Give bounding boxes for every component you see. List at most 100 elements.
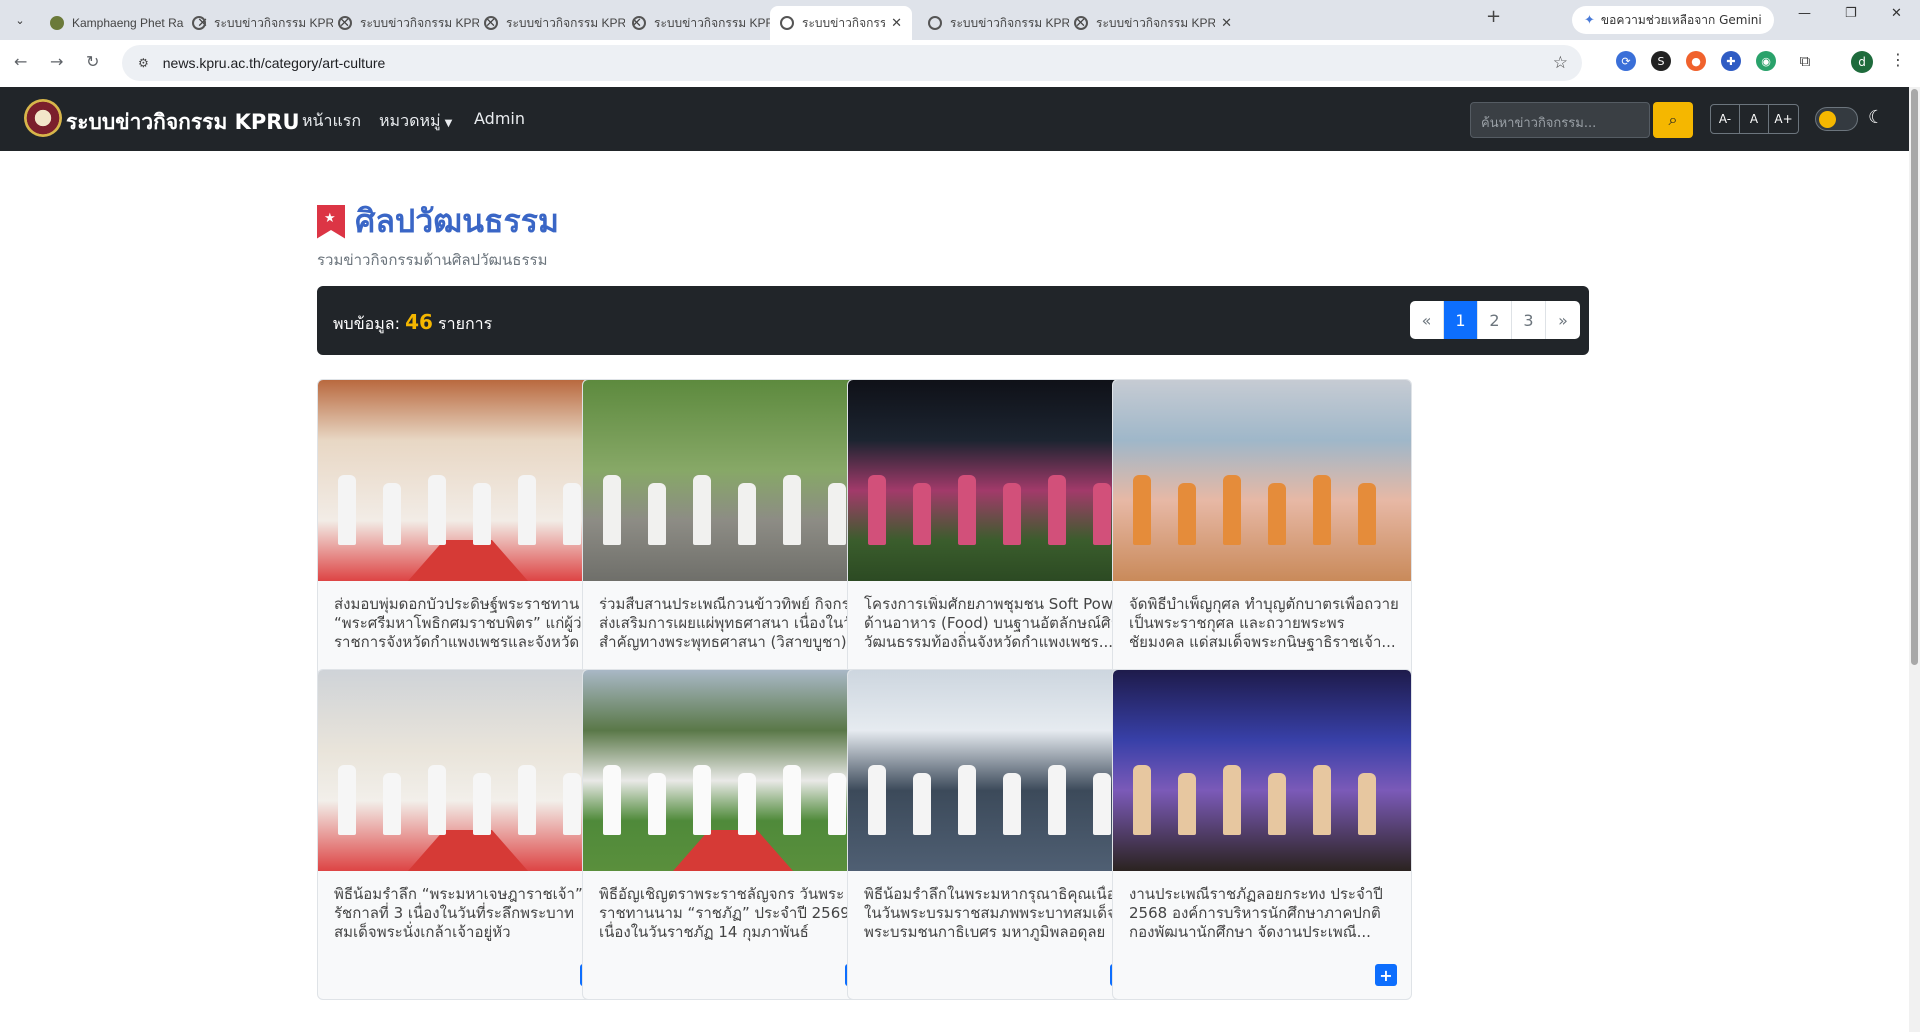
- news-card-title[interactable]: โครงการเพิ่มศักยภาพชุมชน Soft Power ด้าน…: [864, 595, 1134, 652]
- tab-title: ระบบข่าวกิจกรรม KPRU: [506, 15, 626, 30]
- new-tab-plus-icon[interactable]: +: [1486, 6, 1501, 27]
- results-bar: พบข้อมูล: 46 รายการ «1 2 3»: [317, 286, 1589, 355]
- kpru-logo[interactable]: [24, 99, 62, 137]
- nav-home[interactable]: หน้าแรก: [302, 109, 361, 134]
- url-text[interactable]: news.kpru.ac.th/category/art-culture: [163, 55, 386, 71]
- font-reset-button[interactable]: A: [1740, 105, 1769, 133]
- font-decrease-button[interactable]: A-: [1711, 105, 1740, 133]
- news-card-title[interactable]: ส่งมอบพุ่มดอกบัวประดิษฐ์พระราชทาน “พระศร…: [334, 595, 604, 652]
- tab-close-icon[interactable]: ✕: [1221, 16, 1232, 31]
- page-scrollbar[interactable]: [1909, 87, 1920, 1032]
- s-extension-icon[interactable]: S: [1651, 51, 1671, 71]
- back-arrow-icon[interactable]: ←: [14, 52, 27, 71]
- category-title: ศิลปวัฒนธรรม: [355, 202, 559, 240]
- thumbnail-figure: [693, 475, 711, 545]
- sync-extension-icon[interactable]: ⟳: [1616, 51, 1636, 71]
- thumbnail-figure: [383, 483, 401, 545]
- news-card-title[interactable]: จัดพิธีบำเพ็ญกุศล ทำบุญตักบาตรเพื่อถวายเ…: [1129, 595, 1399, 652]
- news-card[interactable]: พิธีน้อมรำลึก “พระมหาเจษฎาราชเจ้า” รัชกา…: [317, 669, 617, 1000]
- thumbnail-carpet: [408, 540, 528, 581]
- pagination-page[interactable]: 2: [1478, 301, 1512, 339]
- thumbnail-figure: [868, 475, 886, 545]
- count-prefix: พบข้อมูล:: [333, 314, 400, 333]
- close-window-icon[interactable]: ✕: [1891, 6, 1902, 21]
- bookmark-star-icon[interactable]: ☆: [1553, 53, 1568, 73]
- news-search-input[interactable]: ค้นหาข่าวกิจกรรม...: [1470, 102, 1650, 138]
- nav-categories-dropdown[interactable]: หมวดหมู่ ▼: [379, 109, 452, 134]
- news-card-title[interactable]: งานประเพณีราชภัฏลอยกระทง ประจำปี 2568 อง…: [1129, 885, 1399, 942]
- font-size-controls: A- A A+: [1710, 104, 1799, 134]
- pagination-next[interactable]: »: [1546, 301, 1580, 339]
- pagination-prev[interactable]: «: [1410, 301, 1444, 339]
- tab-favicon-icon: [50, 16, 64, 30]
- category-subtitle: รวมข่าวกิจกรรมด้านศิลปวัฒนธรรม: [317, 251, 548, 269]
- news-card[interactable]: ส่งมอบพุ่มดอกบัวประดิษฐ์พระราชทาน “พระศร…: [317, 379, 617, 710]
- news-thumbnail[interactable]: [583, 380, 881, 581]
- news-thumbnail[interactable]: [848, 380, 1146, 581]
- news-card[interactable]: จัดพิธีบำเพ็ญกุศล ทำบุญตักบาตรเพื่อถวายเ…: [1112, 379, 1412, 710]
- thumbnail-figure: [428, 475, 446, 545]
- site-info-icon[interactable]: ⚙: [138, 56, 149, 70]
- news-thumbnail[interactable]: [318, 380, 616, 581]
- blue-extension-icon[interactable]: ✚: [1721, 51, 1741, 71]
- profile-avatar[interactable]: d: [1851, 51, 1873, 73]
- thumbnail-figure: [1313, 475, 1331, 545]
- orange-extension-icon[interactable]: ●: [1686, 51, 1706, 71]
- thumbnail-figure: [603, 765, 621, 835]
- search-button[interactable]: ⌕: [1653, 102, 1693, 138]
- news-card-title[interactable]: พิธีน้อมรำลึกในพระมหากรุณาธิคุณเนื่องในว…: [864, 885, 1134, 942]
- thumbnail-figure: [473, 773, 491, 835]
- thumbnail-figure: [1133, 475, 1151, 545]
- font-increase-button[interactable]: A+: [1769, 105, 1798, 133]
- browser-menu-icon[interactable]: ⋮: [1890, 50, 1906, 69]
- browser-tab[interactable]: ระบบข่าวกิจกรรม KPRU ✕: [1064, 6, 1242, 40]
- add-button[interactable]: +: [1375, 964, 1397, 986]
- news-card[interactable]: งานประเพณีราชภัฏลอยกระทง ประจำปี 2568 อง…: [1112, 669, 1412, 1000]
- browser-tab[interactable]: ระบบข่าวกิจกรรม KPRU ✕: [770, 6, 912, 40]
- news-thumbnail[interactable]: [1113, 380, 1411, 581]
- green-extension-icon[interactable]: ◉: [1756, 51, 1776, 71]
- pagination-page[interactable]: 1: [1444, 301, 1478, 339]
- thumbnail-figure: [828, 483, 846, 545]
- forward-arrow-icon[interactable]: →: [50, 52, 63, 71]
- news-card-title[interactable]: พิธีอัญเชิญตราพระราชลัญจกร วันพระราชทานน…: [599, 885, 869, 942]
- nav-admin[interactable]: Admin: [474, 109, 525, 128]
- reload-icon[interactable]: ↻: [86, 52, 99, 71]
- address-bar[interactable]: ⚙ news.kpru.ac.th/category/art-culture ☆: [122, 45, 1582, 81]
- news-card[interactable]: พิธีน้อมรำลึกในพระมหากรุณาธิคุณเนื่องในว…: [847, 669, 1147, 1000]
- thumbnail-figure: [338, 475, 356, 545]
- news-card-title[interactable]: ร่วมสืบสานประเพณีกวนข้าวทิพย์ กิจกรรมส่ง…: [599, 595, 869, 652]
- gemini-button[interactable]: ✦ ขอความช่วยเหลือจาก Gemini: [1572, 6, 1774, 34]
- tab-title: ระบบข่าวกิจกรรม KPRU: [1096, 15, 1216, 30]
- thumbnail-figure: [518, 765, 536, 835]
- scrollbar-thumb[interactable]: [1911, 89, 1918, 665]
- minimize-icon[interactable]: —: [1798, 6, 1811, 21]
- news-card[interactable]: โครงการเพิ่มศักยภาพชุมชน Soft Power ด้าน…: [847, 379, 1147, 710]
- thumbnail-figure: [518, 475, 536, 545]
- tab-search-chevron-icon[interactable]: ⌄: [8, 8, 32, 32]
- extensions-puzzle-icon[interactable]: ⧉: [1795, 51, 1815, 71]
- news-thumbnail[interactable]: [1113, 670, 1411, 871]
- pagination-page[interactable]: 3: [1512, 301, 1546, 339]
- restore-icon[interactable]: ❐: [1845, 6, 1857, 21]
- caret-down-icon: ▼: [444, 118, 453, 129]
- news-card[interactable]: ร่วมสืบสานประเพณีกวนข้าวทิพย์ กิจกรรมส่ง…: [582, 379, 882, 710]
- dark-mode-toggle[interactable]: [1815, 107, 1858, 131]
- tab-title: ระบบข่าวกิจกรรม KPRU: [654, 15, 774, 30]
- site-brand[interactable]: ระบบข่าวกิจกรรม KPRU: [66, 106, 300, 139]
- news-card[interactable]: พิธีอัญเชิญตราพระราชลัญจกร วันพระราชทานน…: [582, 669, 882, 1000]
- thumbnail-figure: [1178, 773, 1196, 835]
- nav-categories-label: หมวดหมู่: [379, 111, 441, 130]
- tab-title: ระบบข่าวกิจกรรม KPRU: [214, 15, 334, 30]
- news-thumbnail[interactable]: [848, 670, 1146, 871]
- thumbnail-figure: [1178, 483, 1196, 545]
- tab-close-icon[interactable]: ✕: [891, 16, 902, 31]
- thumbnail-figure: [383, 773, 401, 835]
- thumbnail-figure: [1093, 773, 1111, 835]
- tab-favicon-icon: [1074, 16, 1088, 30]
- news-card-title[interactable]: พิธีน้อมรำลึก “พระมหาเจษฎาราชเจ้า” รัชกา…: [334, 885, 604, 942]
- news-thumbnail[interactable]: [318, 670, 616, 871]
- thumbnail-figure: [913, 483, 931, 545]
- thumbnail-figure: [738, 483, 756, 545]
- news-thumbnail[interactable]: [583, 670, 881, 871]
